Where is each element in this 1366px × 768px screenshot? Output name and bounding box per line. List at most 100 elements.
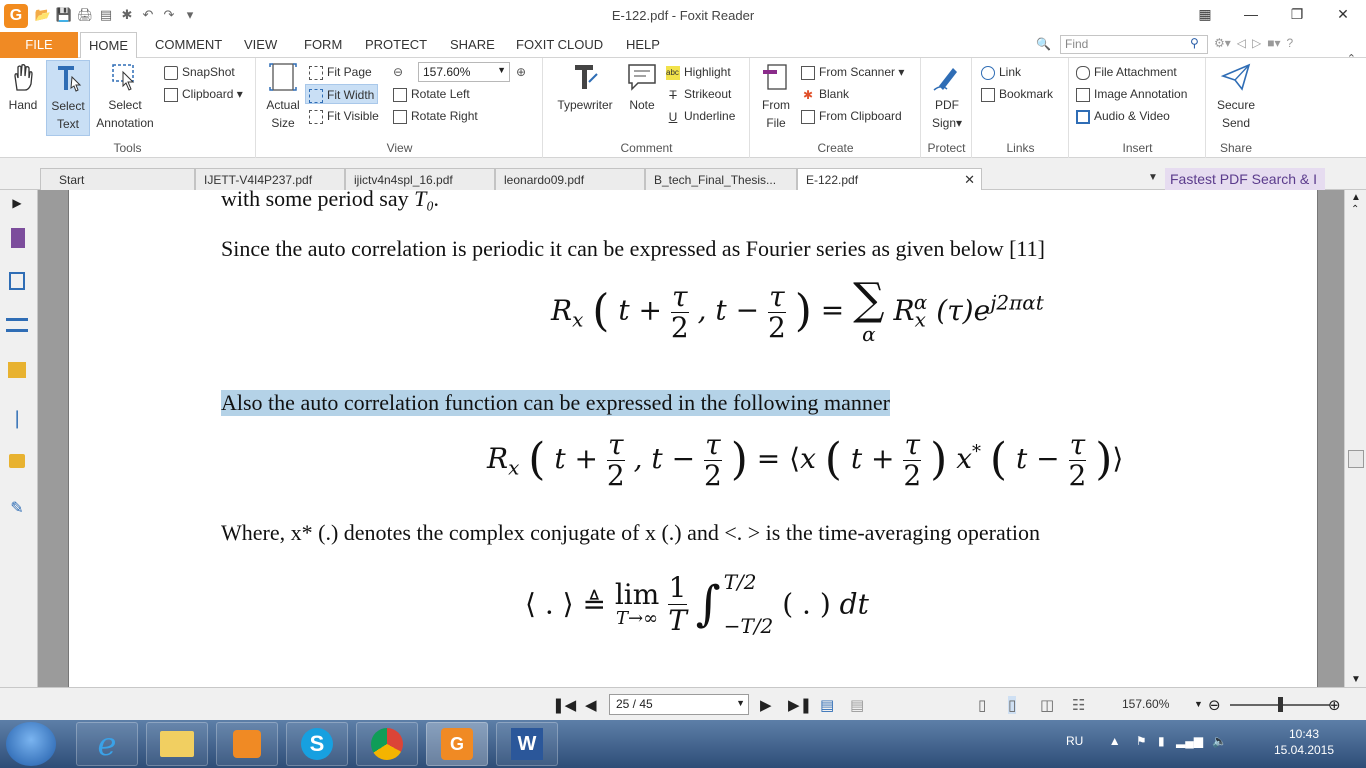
signature-panel-icon[interactable]: ✎ [6,498,28,520]
from-scanner-button[interactable]: From Scanner ▾ [801,62,904,82]
select-annotation-button[interactable]: Select Annotation [94,60,156,132]
strikeout-button[interactable]: T Strikeout [666,84,731,104]
rotate-right-button[interactable]: Rotate Right [393,106,478,126]
layers-panel-icon[interactable] [6,318,28,332]
doc-tab-ijictv4n4[interactable]: ijictv4n4spl_16.pdf [345,168,495,190]
text-line-autocorrelation-highlighted[interactable]: Also the auto correlation function can b… [221,390,890,416]
zoom-dropdown-icon[interactable]: ▼ [1194,699,1203,709]
scroll-thumb[interactable] [1348,450,1364,468]
underline-button[interactable]: U Underline [666,106,736,126]
next-icon[interactable]: ▷ [1252,36,1261,50]
bookmark-button[interactable]: Bookmark [981,84,1053,104]
zoom-in-icon[interactable]: ⊕ [516,62,526,82]
continuous-page-icon[interactable]: ▯ [1008,696,1017,714]
continuous-facing-icon[interactable]: ☷ [1072,696,1085,714]
find-options-icon[interactable]: 🔍 [1036,37,1054,53]
security-panel-icon[interactable] [9,454,25,468]
vertical-scrollbar[interactable]: ▲ ⌃ ▼ [1344,190,1366,687]
show-hidden-icons[interactable]: ▲ [1109,734,1121,748]
taskbar-skype[interactable]: S [286,722,348,766]
expand-panel-icon[interactable]: ▶ [6,196,28,218]
select-text-button[interactable]: Select Text [46,60,90,136]
fit-page-button[interactable]: Fit Page [309,62,372,82]
scroll-page-up-icon[interactable]: ⌃ [1351,204,1359,215]
doc-tab-leonardo[interactable]: leonardo09.pdf [495,168,645,190]
clock[interactable]: 10:43 15.04.2015 [1264,726,1344,758]
tab-view[interactable]: VIEW [244,32,277,58]
close-button[interactable]: ✕ [1320,0,1366,28]
ribbon-collapse-icon[interactable]: ⌃ [1347,52,1356,65]
settings-icon[interactable]: ⚙▾ [1214,36,1231,50]
taskbar-foxit-reader[interactable]: G [426,722,488,766]
restore-button[interactable]: ❐ [1274,0,1320,28]
secure-send-button[interactable]: Secure Send [1211,60,1261,132]
previous-page-icon[interactable]: ◀ [585,696,597,714]
facing-page-icon[interactable]: ◫ [1040,696,1054,714]
search-icon[interactable]: ⚲ [1190,36,1199,50]
tab-protect[interactable]: PROTECT [365,32,427,58]
ribbon-toggle-icon[interactable]: ▦ [1182,0,1228,28]
actual-size-button[interactable]: Actual Size [261,60,305,132]
tab-file[interactable]: FILE [0,32,78,58]
zoom-in-icon[interactable]: ⊕ [1328,696,1341,714]
document-viewer[interactable]: with some period say T₀. Since the auto … [38,190,1344,687]
hand-button[interactable]: Hand [4,60,42,114]
fit-width-button[interactable]: Fit Width [305,84,379,104]
previous-view-icon[interactable]: ▤ [820,696,834,714]
zoom-select[interactable]: 157.60% ▼ [418,62,510,82]
page-number-input[interactable]: 25 / 45 ▼ [609,694,749,715]
typewriter-button[interactable]: Typewriter [550,60,620,114]
taskbar-word[interactable]: W [496,722,558,766]
tab-home[interactable]: HOME [80,32,137,59]
tab-help[interactable]: HELP [626,32,660,58]
minimize-button[interactable]: — [1228,0,1274,28]
image-annotation-button[interactable]: Image Annotation [1076,84,1187,104]
last-page-icon[interactable]: ▶❚ [788,696,812,714]
tab-comment[interactable]: COMMENT [155,32,222,58]
comments-panel-icon[interactable] [8,362,26,378]
doc-tab-btech-thesis[interactable]: B_tech_Final_Thesis... [645,168,797,190]
audio-video-button[interactable]: Audio & Video [1076,106,1170,126]
link-button[interactable]: Link [981,62,1021,82]
tab-share[interactable]: SHARE [450,32,495,58]
blank-button[interactable]: ✱ Blank [801,84,849,104]
pages-panel-icon[interactable] [9,272,25,290]
highlight-button[interactable]: abc Highlight [666,62,731,82]
taskbar-media-player[interactable] [216,722,278,766]
snapshot-button[interactable]: SnapShot [164,62,235,82]
fit-visible-button[interactable]: Fit Visible [309,106,379,126]
find-input[interactable]: Find [1060,35,1208,54]
single-page-icon[interactable]: ▯ [978,696,986,714]
from-clipboard-button[interactable]: From Clipboard [801,106,902,126]
attachments-panel-icon[interactable]: ❘ [6,408,28,430]
language-indicator[interactable]: RU [1066,734,1083,748]
zoom-out-icon[interactable]: ⊖ [393,62,403,82]
taskbar-file-explorer[interactable] [146,722,208,766]
taskbar-internet-explorer[interactable]: e [76,722,138,766]
first-page-icon[interactable]: ❚◀ [552,696,576,714]
pdf-sign-button[interactable]: PDF Sign▾ [926,60,968,132]
note-button[interactable]: Note [624,60,660,114]
scroll-up-icon[interactable]: ▲ [1351,192,1361,203]
tab-foxit-cloud[interactable]: FOXIT CLOUD [516,32,603,58]
network-icon[interactable]: ▂▄▆ [1176,734,1203,748]
taskbar-chrome[interactable] [356,722,418,766]
file-attachment-button[interactable]: File Attachment [1076,62,1177,82]
zoom-slider-handle[interactable] [1278,697,1283,712]
help-icon[interactable]: ? [1287,36,1294,50]
tab-form[interactable]: FORM [304,32,342,58]
action-center-icon[interactable]: ⚑ [1136,734,1147,748]
user-icon[interactable]: ■▾ [1267,36,1280,50]
rotate-left-button[interactable]: Rotate Left [393,84,470,104]
doc-tab-ijett[interactable]: IJETT-V4I4P237.pdf [195,168,345,190]
from-file-button[interactable]: From File [755,60,797,132]
next-page-icon[interactable]: ▶ [760,696,772,714]
doc-tab-e122[interactable]: E-122.pdf ✕ [797,168,982,190]
close-tab-icon[interactable]: ✕ [964,169,975,191]
prev-icon[interactable]: ◁ [1237,36,1246,50]
ad-banner[interactable]: Fastest PDF Search & I [1165,168,1325,190]
zoom-out-icon[interactable]: ⊖ [1208,696,1221,714]
clipboard-button[interactable]: Clipboard ▾ [164,84,243,104]
start-button[interactable] [6,722,56,766]
volume-icon[interactable]: 🔈 [1212,734,1227,748]
